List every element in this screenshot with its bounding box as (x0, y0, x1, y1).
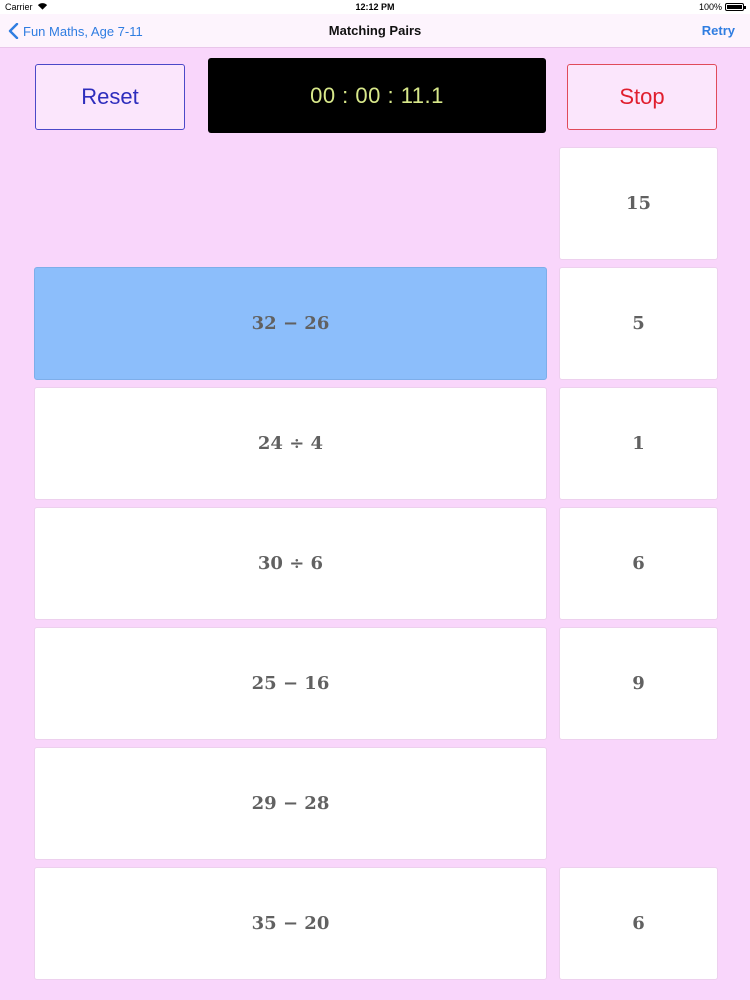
battery-percent: 100% (698, 2, 722, 12)
stop-button[interactable]: Stop (567, 64, 717, 130)
question-card[interactable]: 32 − 26 (34, 267, 547, 380)
answer-card[interactable]: 9 (559, 627, 718, 740)
reset-button[interactable]: Reset (35, 64, 185, 130)
timer-display: 00 : 00 : 11.1 (208, 58, 546, 133)
question-card[interactable]: 29 − 28 (34, 747, 547, 860)
question-card[interactable]: 24 ÷ 4 (34, 387, 547, 500)
retry-button[interactable]: Retry (702, 23, 735, 38)
status-bar: Carrier 12:12 PM 100% (0, 0, 750, 14)
clock: 12:12 PM (355, 2, 395, 12)
answer-card[interactable]: 6 (559, 867, 718, 980)
answer-card[interactable]: 6 (559, 507, 718, 620)
question-card[interactable]: 35 − 20 (34, 867, 547, 980)
question-card[interactable]: 30 ÷ 6 (34, 507, 547, 620)
answer-card[interactable]: 5 (559, 267, 718, 380)
page-title: Matching Pairs (328, 23, 422, 38)
question-card[interactable]: 25 − 16 (34, 627, 547, 740)
navigation-bar: Fun Maths, Age 7-11 Matching Pairs Retry (0, 14, 750, 48)
answer-card[interactable]: 15 (559, 147, 718, 260)
answer-card[interactable]: 1 (559, 387, 718, 500)
battery-icon (725, 3, 746, 11)
